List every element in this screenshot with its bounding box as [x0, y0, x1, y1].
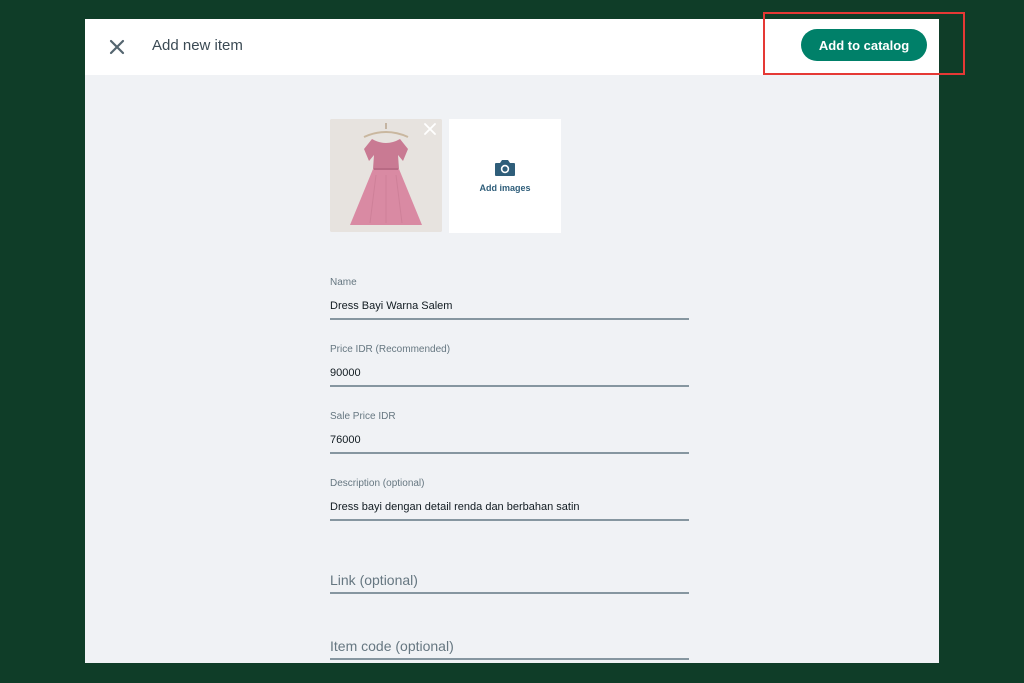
add-to-catalog-button[interactable]: Add to catalog	[801, 29, 927, 61]
link-input[interactable]	[330, 566, 689, 594]
price-input[interactable]	[330, 360, 689, 387]
add-images-button[interactable]: Add images	[449, 119, 561, 233]
close-button[interactable]	[105, 35, 129, 59]
name-label: Name	[330, 277, 357, 288]
add-item-dialog: Add new item Add to catalog Add images N…	[85, 19, 939, 663]
description-field: Description (optional)	[330, 478, 689, 521]
remove-image-icon	[424, 123, 436, 135]
description-input[interactable]	[330, 494, 689, 521]
add-images-label: Add images	[479, 183, 531, 193]
price-field: Price IDR (Recommended)	[330, 344, 689, 387]
close-icon	[109, 39, 125, 55]
link-field	[330, 564, 689, 594]
dialog-header: Add new item Add to catalog	[85, 19, 939, 75]
name-field: Name	[330, 277, 689, 320]
price-label: Price IDR (Recommended)	[330, 344, 451, 355]
sale-price-label: Sale Price IDR	[330, 411, 396, 422]
product-image-thumbnail[interactable]	[330, 119, 442, 232]
item-code-input[interactable]	[330, 632, 689, 660]
sale-price-field: Sale Price IDR	[330, 411, 689, 454]
description-label: Description (optional)	[330, 478, 425, 489]
camera-icon	[495, 160, 515, 176]
remove-image-button[interactable]	[422, 121, 438, 137]
dialog-title: Add new item	[152, 37, 243, 54]
item-code-field	[330, 630, 689, 660]
name-input[interactable]	[330, 293, 689, 320]
sale-price-input[interactable]	[330, 427, 689, 454]
